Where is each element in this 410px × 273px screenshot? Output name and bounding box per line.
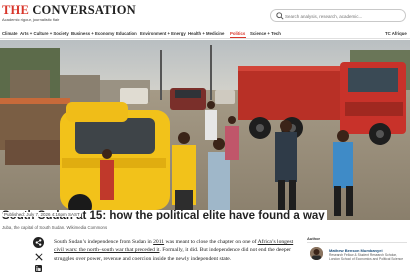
- nav-item-business-economy[interactable]: Business + Economy: [71, 31, 114, 36]
- nav-item-environment-energy[interactable]: Environment + Energy: [140, 31, 186, 36]
- share-button[interactable]: [33, 237, 44, 248]
- author-avatar[interactable]: [310, 247, 323, 260]
- author-photo: [310, 247, 323, 260]
- nav-item-politics[interactable]: Politics: [230, 31, 245, 36]
- hero-image: South Sudan at 15: how the political eli…: [0, 40, 410, 220]
- share-icon: [35, 239, 42, 246]
- link-2011[interactable]: 2011: [153, 239, 164, 245]
- nav-item-arts-culture-society[interactable]: Arts + Culture + Society: [20, 31, 69, 36]
- edition-selector[interactable]: TC Afrique: [385, 31, 407, 36]
- article-body: South Sudan’s independence from Sudan in…: [54, 238, 294, 263]
- nav-item-education[interactable]: Education: [116, 31, 137, 36]
- x-twitter-icon[interactable]: [35, 253, 43, 261]
- author-box: Author Mathew Benson Mumbanyei Research …: [307, 236, 407, 273]
- body-text-segment: was meant to close the chapter on one of: [164, 239, 258, 245]
- search-icon: [276, 12, 284, 20]
- author-role: Research Fellow & Student Research Schol…: [329, 253, 404, 261]
- site-header: THE CONVERSATION Academic rigour, journa…: [0, 0, 410, 29]
- image-caption: Juba, the capital of South Sudan. Wikime…: [2, 225, 108, 230]
- search-input[interactable]: [285, 11, 403, 21]
- site-tagline: Academic rigour, journalistic flair: [2, 17, 60, 22]
- nav-item-health-medicine[interactable]: Health + Medicine: [188, 31, 224, 36]
- site-logo[interactable]: THE CONVERSATION: [2, 3, 136, 18]
- divider: [307, 242, 407, 243]
- published-date: Published: July 7, 2026 4:16pm SAST: [3, 212, 81, 217]
- nav-item-climate[interactable]: Climate: [2, 31, 18, 36]
- author-label: Author: [307, 236, 321, 241]
- linkedin-icon[interactable]: [35, 265, 42, 272]
- search-box[interactable]: [270, 9, 406, 22]
- body-text-segment: South Sudan’s independence from Sudan in: [54, 239, 154, 245]
- nav-item-science-tech[interactable]: Science + Tech: [250, 31, 281, 36]
- street-scene-photo: [0, 40, 410, 220]
- active-nav-indicator: [230, 37, 246, 38]
- section-nav: Climate Arts + Culture + Society Busines…: [0, 29, 410, 39]
